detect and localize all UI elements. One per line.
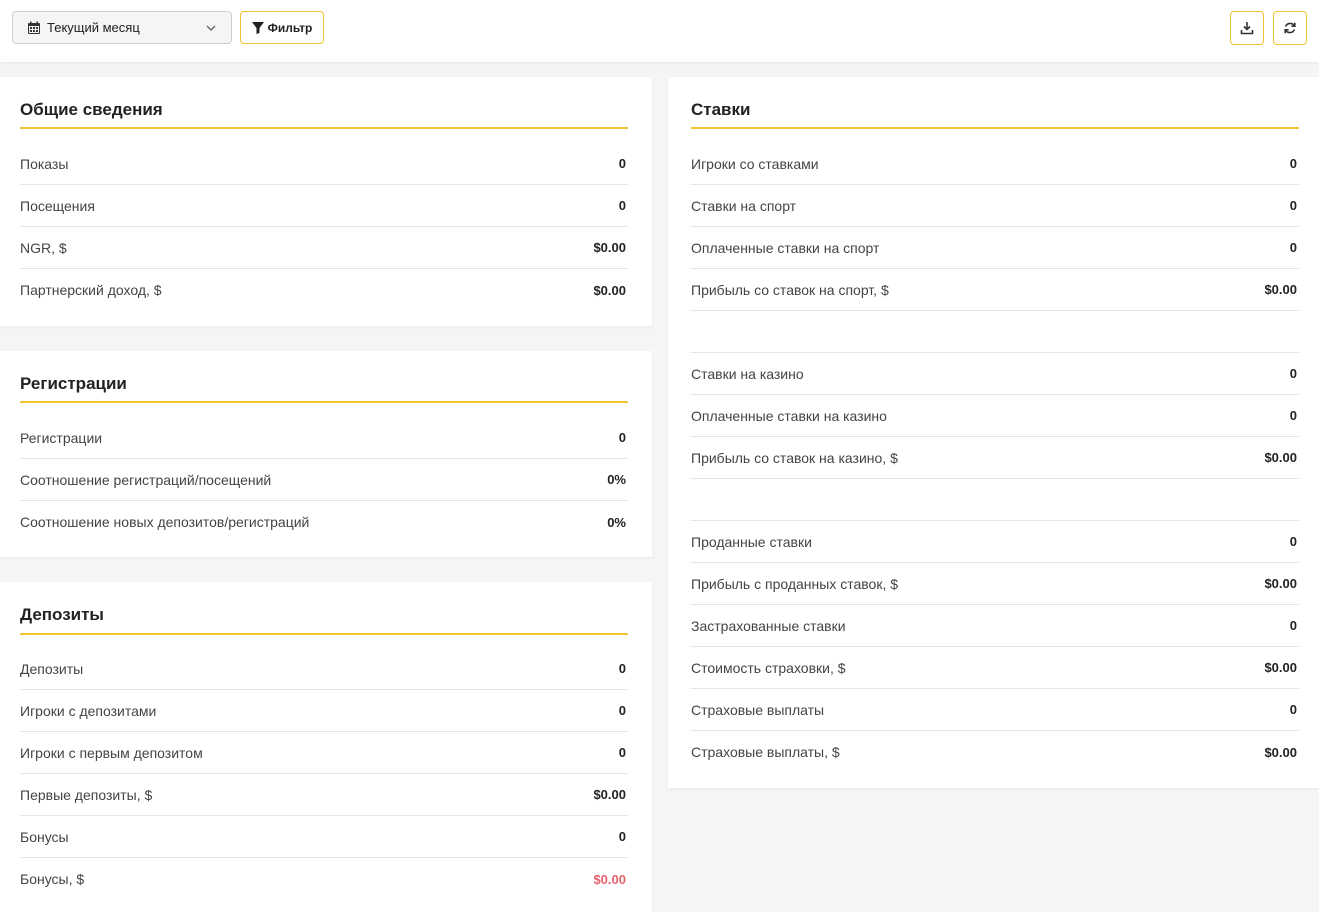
- bets-card-underline: [691, 127, 1299, 129]
- deposits-row-bonuses-amount: Бонусы, $ $0.00: [20, 871, 626, 887]
- bets-row-sport-profit: Прибыль со ставок на спорт, $ $0.00: [691, 269, 1299, 311]
- deposits-row-bonuses: Бонусы 0: [20, 816, 628, 858]
- registrations-row-count: Регистрации 0: [20, 417, 628, 459]
- general-row-visits: Посещения 0: [20, 185, 628, 227]
- registrations-row-reg-visits-ratio: Соотношение регистраций/посещений 0%: [20, 459, 628, 501]
- general-row-partner-income: Партнерский доход, $ $0.00: [20, 282, 626, 298]
- filter-button-label: Фильтр: [267, 20, 313, 35]
- bets-row-casino-profit: Прибыль со ставок на казино, $ $0.00: [691, 437, 1299, 479]
- period-select-value: Текущий месяц: [47, 20, 140, 35]
- bets-row-insured: Застрахованные ставки 0: [691, 605, 1299, 647]
- download-button[interactable]: [1230, 11, 1264, 45]
- download-icon: [1240, 22, 1254, 35]
- filter-icon: [251, 21, 264, 34]
- deposits-card-title: Депозиты: [20, 605, 104, 624]
- registrations-card-title: Регистрации: [20, 374, 127, 393]
- deposits-row-first-amount: Первые депозиты, $ $0.00: [20, 774, 628, 816]
- deposits-card-underline: [20, 633, 628, 635]
- bets-row-insurance-payouts: Страховые выплаты 0: [691, 689, 1299, 731]
- bets-row-insurance-payouts-amount: Страховые выплаты, $ $0.00: [691, 744, 1297, 760]
- general-card-underline: [20, 127, 628, 129]
- bets-card: Ставки Игроки со ставками 0 Ставки на сп…: [668, 77, 1319, 788]
- bets-card-title: Ставки: [691, 100, 751, 119]
- bets-row-casino-paid: Оплаченные ставки на казино 0: [691, 395, 1299, 437]
- filter-button[interactable]: Фильтр: [240, 11, 324, 44]
- bets-row-insurance-cost: Стоимость страховки, $ $0.00: [691, 647, 1299, 689]
- chevron-down-icon: [206, 25, 216, 31]
- registrations-card: Регистрации Регистрации 0 Соотношение ре…: [0, 351, 652, 557]
- refresh-button[interactable]: [1273, 11, 1307, 45]
- refresh-icon: [1284, 22, 1296, 34]
- bets-row-sport: Ставки на спорт 0: [691, 185, 1299, 227]
- bets-row-players: Игроки со ставками 0: [691, 143, 1299, 185]
- general-card: Общие сведения Показы 0 Посещения 0 NGR,…: [0, 77, 652, 326]
- registrations-row-deposits-reg-ratio: Соотношение новых депозитов/регистраций …: [20, 514, 626, 530]
- registrations-card-underline: [20, 401, 628, 403]
- general-row-ngr: NGR, $ $0.00: [20, 227, 628, 269]
- deposits-row-players: Игроки с депозитами 0: [20, 690, 628, 732]
- bets-row-casino: Ставки на казино 0: [691, 353, 1299, 395]
- bonuses-amount-value: $0.00: [593, 871, 626, 887]
- deposits-row-count: Депозиты 0: [20, 648, 628, 690]
- deposits-card: Депозиты Депозиты 0 Игроки с депозитами …: [0, 582, 652, 912]
- general-row-impressions: Показы 0: [20, 143, 628, 185]
- bets-row-sold: Проданные ставки 0: [691, 521, 1299, 563]
- deposits-row-first-players: Игроки с первым депозитом 0: [20, 732, 628, 774]
- general-card-title: Общие сведения: [20, 100, 163, 119]
- bets-row-sold-profit: Прибыль с проданных ставок, $ $0.00: [691, 563, 1299, 605]
- period-select[interactable]: Текущий месяц: [12, 11, 232, 44]
- calendar-icon: [28, 21, 40, 34]
- toolbar: Текущий месяц Фильтр: [0, 0, 1319, 62]
- bets-row-sport-paid: Оплаченные ставки на спорт 0: [691, 227, 1299, 269]
